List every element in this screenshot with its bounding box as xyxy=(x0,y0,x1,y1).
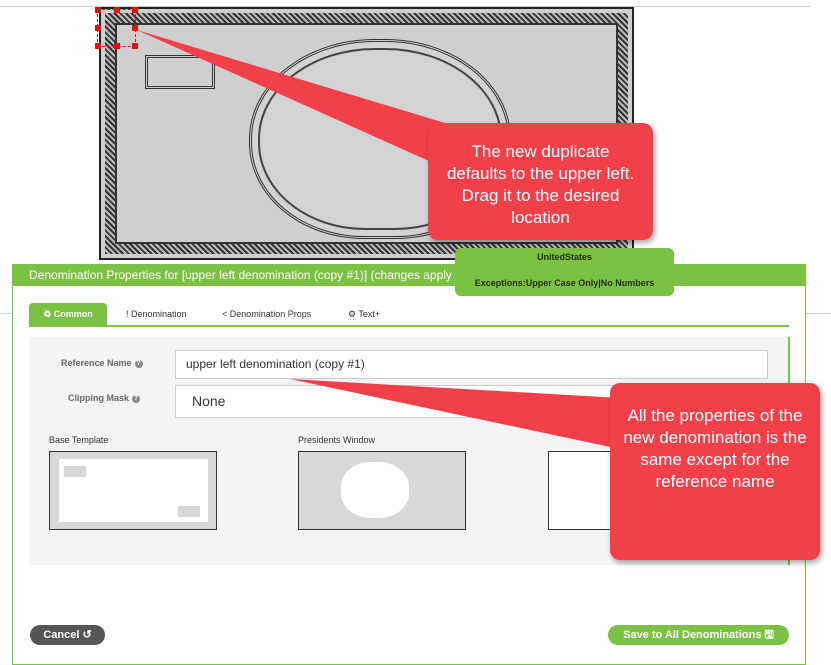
callout-arrows xyxy=(137,30,620,448)
top-callout-pointer xyxy=(137,30,445,166)
right-callout: All the properties of the new denominati… xyxy=(610,383,820,560)
right-callout-pointer xyxy=(290,379,620,448)
top-callout: The new duplicate defaults to the upper … xyxy=(428,123,653,240)
